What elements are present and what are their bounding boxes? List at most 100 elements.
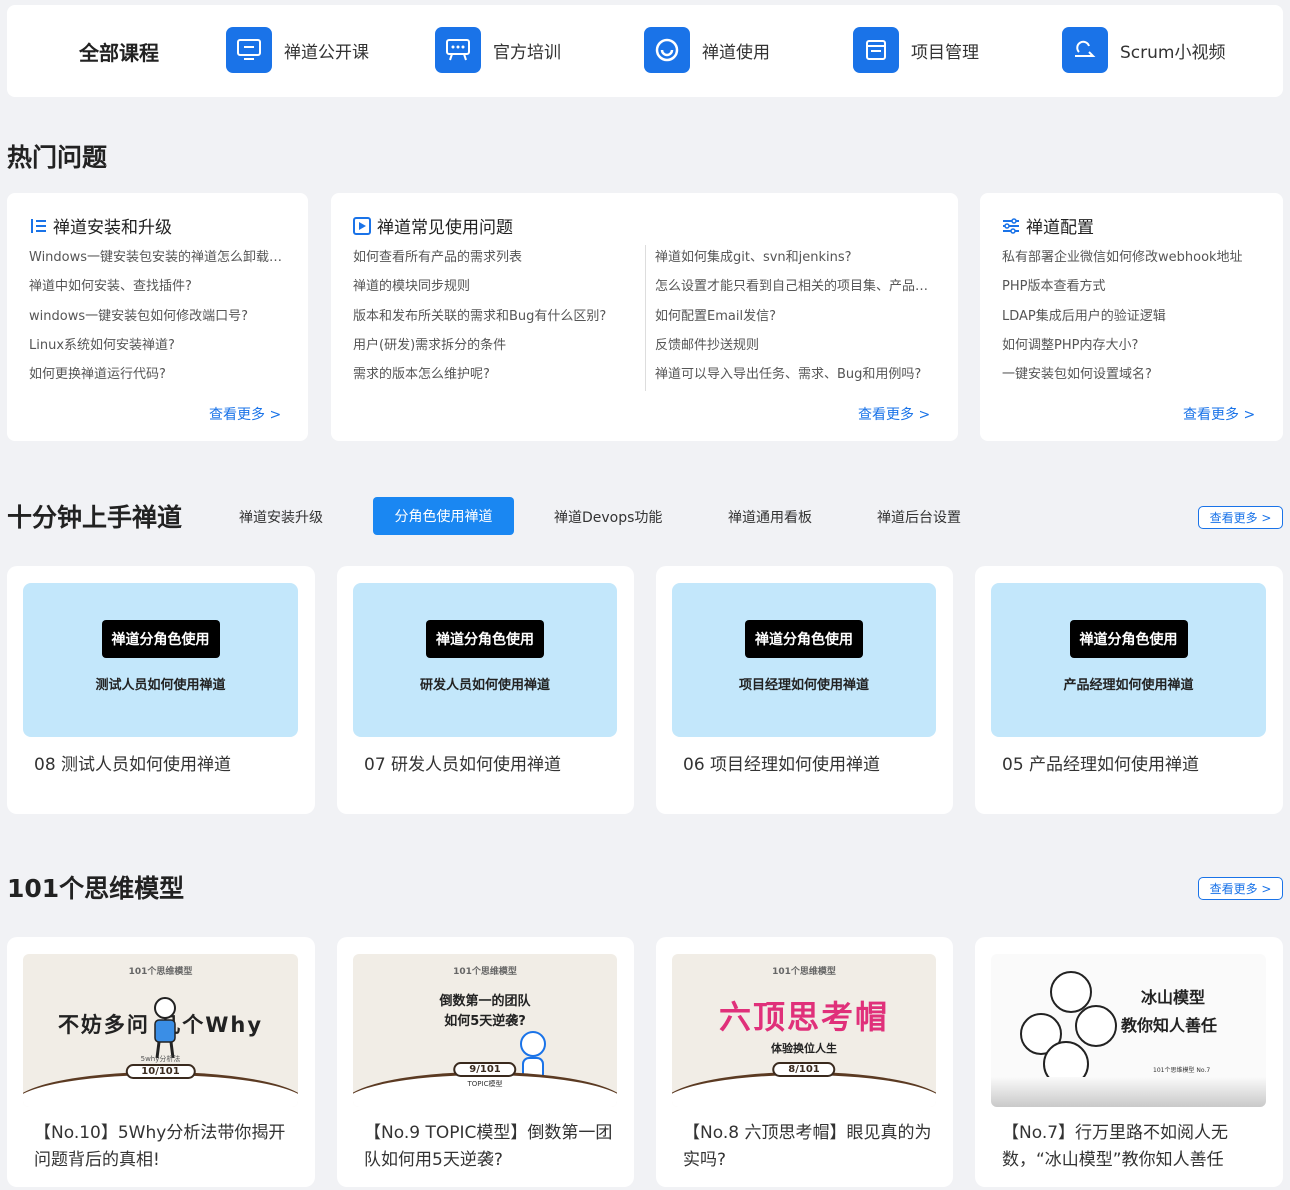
see-more-link[interactable]: 查看更多 > [1183,404,1255,424]
see-more-link[interactable]: 查看更多 > [858,404,930,424]
scrum-loop-icon [1062,27,1108,73]
model-card[interactable]: 101个思维模型 倒数第一的团队 如何5天逆袭? 9/101 TOPIC模型 【… [337,937,634,1187]
category-label: Scrum小视频 [1120,42,1226,63]
question-link[interactable]: 需求的版本怎么维护呢? [353,365,637,394]
model-thumbnail[interactable]: 101个思维模型 不妨多问 几个Why 5why分析法 10/101 [23,954,298,1107]
model-card[interactable]: 101个思维模型 不妨多问 几个Why 5why分析法 10/101 【No.1… [7,937,315,1187]
question-link[interactable]: 如何调整PHP内存大小? [1002,336,1264,365]
thumbnail-caption: 5why分析法 [140,1055,181,1063]
thumbnail-number: 9/101 [453,1062,517,1077]
list-ordered-icon [29,217,47,235]
category-scrum-video[interactable]: Scrum小视频 [1062,27,1225,73]
question-list: Windows一键安装包安装的禅道怎么卸载… 禅道中如何安装、查找插件? win… [29,248,291,394]
card-title: 禅道配置 [1026,218,1094,238]
card-title: 禅道常见使用问题 [377,218,513,238]
column-divider [645,245,646,391]
category-label: 禅道公开课 [284,42,369,63]
video-card[interactable]: 禅道分角色使用 研发人员如何使用禅道 07 研发人员如何使用禅道 [337,566,634,814]
mountain-decoration [991,1077,1266,1107]
question-link[interactable]: PHP版本查看方式 [1002,277,1264,306]
model-thumbnail[interactable]: 冰山模型 教你知人善任 101个思维模型 No.7 [991,954,1266,1107]
zentao-logo-icon [644,27,690,73]
model-card[interactable]: 101个思维模型 六顶思考帽 体验换位人生 8/101 【No.8 六顶思考帽】… [656,937,953,1187]
tab-install-upgrade[interactable]: 禅道安装升级 [239,507,323,527]
video-card[interactable]: 禅道分角色使用 测试人员如何使用禅道 08 测试人员如何使用禅道 [7,566,315,814]
video-card[interactable]: 禅道分角色使用 产品经理如何使用禅道 05 产品经理如何使用禅道 [975,566,1283,814]
thumbnail-subtitle: 研发人员如何使用禅道 [419,678,550,693]
thumbnail-headline: 冰山模型 [1141,988,1206,1007]
question-link[interactable]: 怎么设置才能只看到自己相关的项目集、产品… [655,277,935,306]
thumbnail-tag: 101个思维模型 [772,967,836,977]
model-title[interactable]: 【No.9 TOPIC模型】倒数第一团队如何用5天逆袭? [364,1120,626,1174]
thumbnail-headline-2: 如何5天逆袭? [444,1014,526,1029]
video-title[interactable]: 06 项目经理如何使用禅道 [683,750,880,775]
see-more-link[interactable]: 查看更多 > [209,404,281,424]
thumbnail-tag: 101个思维模型 [128,967,193,977]
question-link[interactable]: 反馈邮件抄送规则 [655,336,935,365]
all-courses-label[interactable]: 全部课程 [79,37,159,66]
question-link[interactable]: 禅道中如何安装、查找插件? [29,277,291,306]
quick-see-more-button[interactable]: 查看更多 > [1198,506,1283,529]
video-title[interactable]: 07 研发人员如何使用禅道 [364,750,561,775]
question-link[interactable]: 私有部署企业微信如何修改webhook地址 [1002,248,1264,277]
tab-kanban[interactable]: 禅道通用看板 [728,507,812,527]
thumbnail-number: 10/101 [125,1064,196,1079]
question-link[interactable]: Linux系统如何安装禅道? [29,336,291,365]
hot-card-usage: 禅道常见使用问题 如何查看所有产品的需求列表 禅道的模块同步规则 版本和发布所关… [331,193,958,441]
category-zentao-usage[interactable]: 禅道使用 [644,27,770,73]
thumbnail-badge: 禅道分角色使用 [426,620,544,658]
hot-card-config: 禅道配置 私有部署企业微信如何修改webhook地址 PHP版本查看方式 LDA… [980,193,1283,441]
ground-decoration [353,1072,617,1107]
window-icon [853,27,899,73]
model-title[interactable]: 【No.7】行万里路不如阅人无数，“冰山模型”教你知人善任 [1002,1120,1264,1174]
tab-role-usage[interactable]: 分角色使用禅道 [373,497,514,535]
thumbnail-badge: 禅道分角色使用 [745,620,863,658]
models-see-more-button[interactable]: 查看更多 > [1198,877,1283,900]
model-title[interactable]: 【No.10】5Why分析法带你揭开问题背后的真相! [34,1120,296,1174]
card-header: 禅道配置 [1002,213,1094,238]
video-thumbnail[interactable]: 禅道分角色使用 测试人员如何使用禅道 [23,583,298,737]
thumbnail-tag: 101个思维模型 [453,967,517,977]
question-link[interactable]: 一键安装包如何设置域名? [1002,365,1264,394]
thumbnail-badge: 禅道分角色使用 [1069,620,1188,658]
model-title[interactable]: 【No.8 六顶思考帽】眼见真的为实吗? [683,1120,945,1174]
question-link[interactable]: 禅道的模块同步规则 [353,277,637,306]
question-link[interactable]: 禅道可以导入导出任务、需求、Bug和用例吗? [655,365,935,394]
quick-start-title: 十分钟上手禅道 [7,503,183,532]
video-thumbnail[interactable]: 禅道分角色使用 研发人员如何使用禅道 [353,583,617,737]
hot-questions-title: 热门问题 [7,143,108,172]
video-title[interactable]: 05 产品经理如何使用禅道 [1002,750,1199,775]
thumbnail-headline-2: 体验换位人生 [771,1042,837,1055]
category-official-training[interactable]: 官方培训 [435,27,561,73]
question-link[interactable]: Windows一键安装包安装的禅道怎么卸载… [29,248,291,277]
presentation-icon [435,27,481,73]
model-thumbnail[interactable]: 101个思维模型 六顶思考帽 体验换位人生 8/101 [672,954,936,1107]
video-card[interactable]: 禅道分角色使用 项目经理如何使用禅道 06 项目经理如何使用禅道 [656,566,953,814]
question-list: 禅道如何集成git、svn和jenkins? 怎么设置才能只看到自己相关的项目集… [655,248,935,394]
category-public-class[interactable]: 禅道公开课 [226,27,369,73]
thumbnail-subtitle: 项目经理如何使用禅道 [738,678,869,693]
video-thumbnail[interactable]: 禅道分角色使用 项目经理如何使用禅道 [672,583,936,737]
video-title[interactable]: 08 测试人员如何使用禅道 [34,750,231,775]
question-link[interactable]: 如何查看所有产品的需求列表 [353,248,637,277]
thumbnail-caption: TOPIC模型 [467,1080,503,1088]
question-link[interactable]: LDAP集成后用户的验证逻辑 [1002,307,1264,336]
question-link[interactable]: 禅道如何集成git、svn和jenkins? [655,248,935,277]
question-list: 私有部署企业微信如何修改webhook地址 PHP版本查看方式 LDAP集成后用… [1002,248,1264,394]
thumbnail-headline: 六顶思考帽 [718,998,889,1036]
model-card[interactable]: 冰山模型 教你知人善任 101个思维模型 No.7 【No.7】行万里路不如阅人… [975,937,1283,1187]
question-link[interactable]: 版本和发布所关联的需求和Bug有什么区别? [353,307,637,336]
monitor-icon [226,27,272,73]
question-link[interactable]: windows一键安装包如何修改端口号? [29,307,291,336]
question-link[interactable]: 如何更换禅道运行代码? [29,365,291,394]
tab-devops[interactable]: 禅道Devops功能 [554,507,662,527]
question-link[interactable]: 用户(研发)需求拆分的条件 [353,336,637,365]
card-header: 禅道常见使用问题 [353,213,513,238]
card-title: 禅道安装和升级 [53,218,172,238]
tab-admin-settings[interactable]: 禅道后台设置 [877,507,961,527]
category-project-management[interactable]: 项目管理 [853,27,979,73]
model-thumbnail[interactable]: 101个思维模型 倒数第一的团队 如何5天逆袭? 9/101 TOPIC模型 [353,954,617,1107]
question-link[interactable]: 如何配置Email发信? [655,307,935,336]
thumbnail-headline: 倒数第一的团队 [439,994,531,1009]
video-thumbnail[interactable]: 禅道分角色使用 产品经理如何使用禅道 [991,583,1266,737]
